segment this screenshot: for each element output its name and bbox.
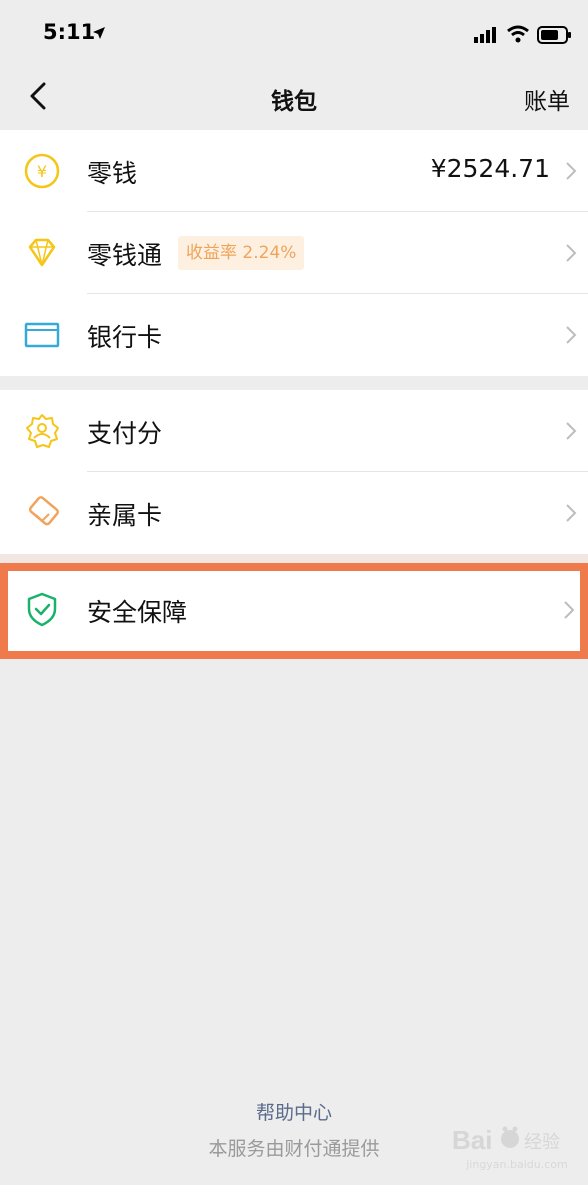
bill-button[interactable]: 账单 <box>524 82 570 116</box>
chevron-right-icon <box>566 244 577 262</box>
watermark-brand: Bai <box>452 1125 492 1155</box>
cellular-signal-icon <box>474 27 496 43</box>
row-label: 安全保障 <box>87 598 188 627</box>
row-pay-score[interactable]: 支付分 <box>0 390 588 472</box>
status-time: 5:11 <box>43 20 96 44</box>
baidu-jingyan-watermark: Bai 经验 jingyan.baidu.com <box>452 1122 582 1174</box>
chevron-right-icon <box>564 601 575 619</box>
bank-card-icon <box>24 322 60 348</box>
highlight-frame: 安全保障 <box>0 563 588 659</box>
coin-icon: ¥ <box>24 153 60 189</box>
balance-value: ¥2524.71 <box>430 154 550 183</box>
battery-icon <box>537 26 571 44</box>
wallet-group-services: 支付分 亲属卡 <box>0 390 588 554</box>
chevron-right-icon <box>566 326 577 344</box>
location-arrow-icon <box>93 27 105 39</box>
row-label: 支付分 <box>87 419 163 448</box>
page-title: 钱包 <box>271 89 317 115</box>
help-center-link[interactable]: 帮助中心 <box>0 1098 588 1125</box>
baidu-logo-icon: Bai 经验 <box>452 1125 560 1155</box>
row-change[interactable]: ¥ 零钱 ¥2524.71 <box>0 130 588 212</box>
svg-text:¥: ¥ <box>37 162 47 181</box>
row-label: 零钱 <box>87 159 138 188</box>
status-bar: 5:11 <box>0 0 588 64</box>
watermark-url: jingyan.baidu.com <box>466 1158 568 1171</box>
nav-bar: 钱包 账单 <box>0 64 588 128</box>
wifi-icon <box>507 25 529 43</box>
pay-score-icon <box>26 414 59 448</box>
diamond-icon <box>28 238 56 267</box>
chevron-right-icon <box>566 422 577 440</box>
row-family-card[interactable]: 亲属卡 <box>0 472 588 554</box>
row-bank-card[interactable]: 银行卡 <box>0 294 588 376</box>
row-label: 银行卡 <box>87 323 163 352</box>
family-card-icon <box>28 496 59 526</box>
shield-check-icon <box>27 592 57 627</box>
row-label: 零钱通 <box>87 241 163 270</box>
chevron-right-icon <box>566 162 577 180</box>
row-label: 亲属卡 <box>87 501 163 530</box>
chevron-right-icon <box>566 504 577 522</box>
watermark-label: 经验 <box>524 1132 560 1153</box>
row-security[interactable]: 安全保障 <box>8 571 580 651</box>
yield-rate-badge: 收益率 2.24% <box>178 236 305 270</box>
